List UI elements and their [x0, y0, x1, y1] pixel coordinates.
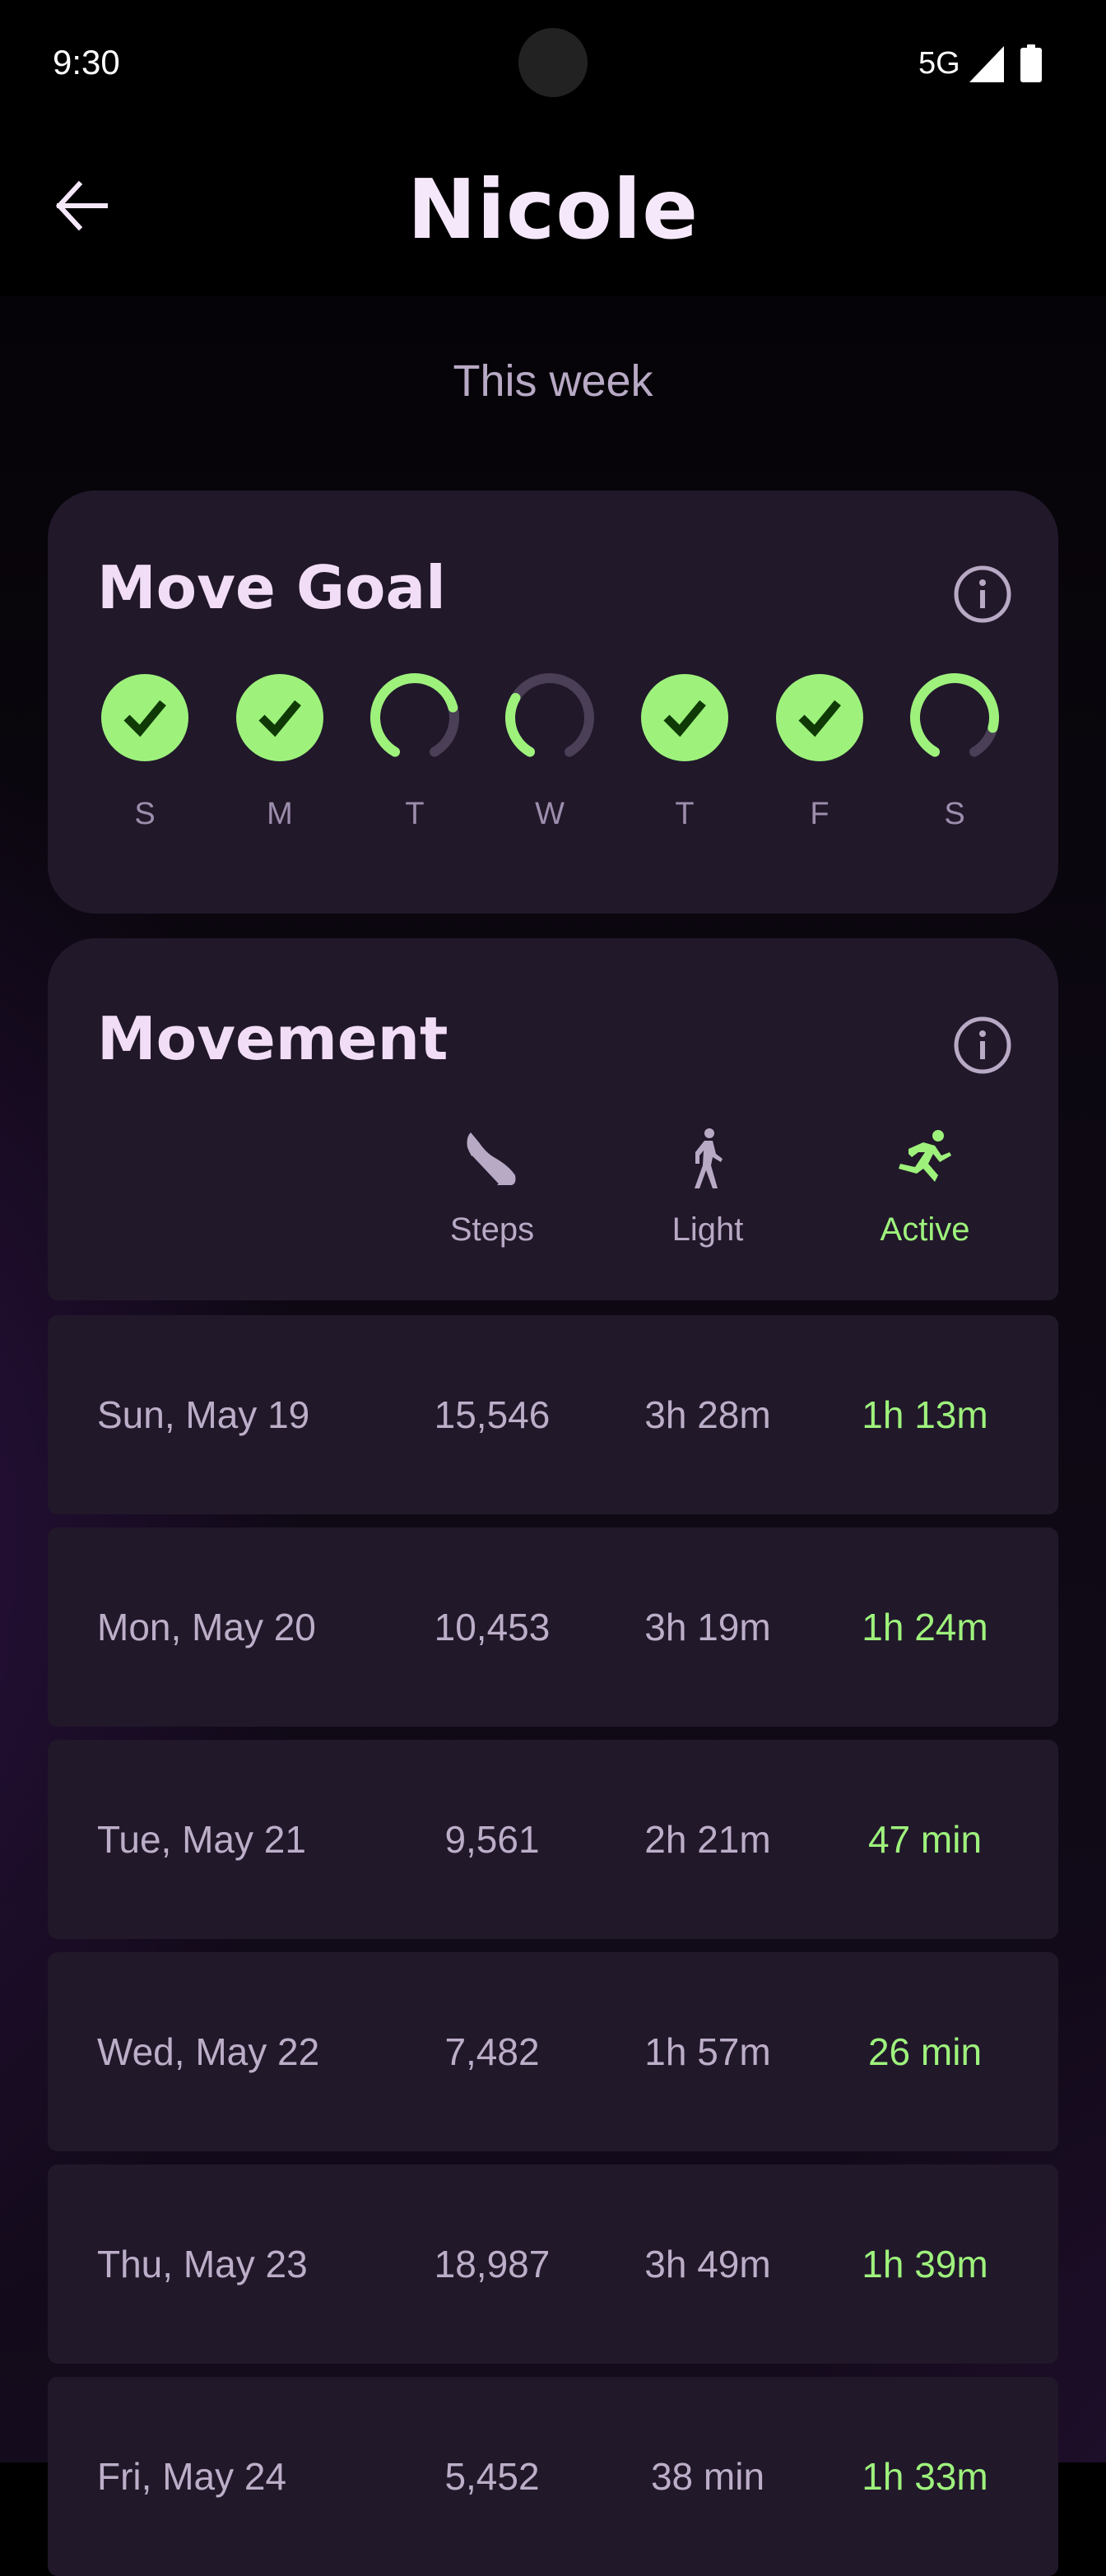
- row-steps: 10,453: [434, 1606, 551, 1648]
- status-bar: 9:30 5G: [0, 0, 1106, 132]
- row-active: 1h 33m: [862, 2455, 988, 2498]
- day-label: F: [810, 797, 830, 831]
- move-goal-days: SMTWTFS: [48, 670, 1058, 835]
- row-steps: 18,987: [434, 2243, 551, 2285]
- column-header-active[interactable]: Active: [834, 1128, 1015, 1259]
- row-light: 3h 19m: [644, 1606, 771, 1648]
- signal-icon: [969, 46, 1004, 82]
- battery-icon: [1020, 44, 1042, 82]
- goal-progress-ring: [910, 673, 999, 757]
- day-goal-4[interactable]: T: [617, 670, 752, 835]
- column-header-steps[interactable]: Steps: [402, 1128, 583, 1259]
- day-goal-5[interactable]: F: [752, 670, 887, 835]
- page-title: Nicole: [407, 161, 699, 258]
- column-label: Light: [672, 1211, 744, 1248]
- row-active: 47 min: [867, 1818, 983, 1861]
- row-active: 1h 24m: [862, 1606, 988, 1648]
- movement-card: Movement Steps Light Active: [48, 938, 1058, 1300]
- row-date: Wed, May 22: [97, 2030, 320, 2073]
- goal-complete-icon: [641, 674, 728, 761]
- row-light: 3h 49m: [644, 2243, 771, 2285]
- move-goal-card: Move Goal S M T W T F S: [48, 491, 1058, 914]
- day-label: S: [134, 797, 156, 831]
- goal-complete-icon: [236, 674, 323, 761]
- row-light: 1h 57m: [644, 2030, 771, 2073]
- day-goal-3[interactable]: W: [482, 670, 617, 835]
- row-date: Mon, May 20: [97, 1606, 316, 1648]
- movement-title: Movement: [97, 1004, 448, 1073]
- goal-progress-ring: [505, 673, 594, 757]
- goal-progress-ring: [370, 673, 459, 757]
- row-steps: 15,546: [434, 1393, 551, 1436]
- day-label: S: [944, 797, 965, 831]
- camera-cutout: [518, 28, 588, 97]
- row-date: Thu, May 23: [97, 2243, 308, 2285]
- info-icon[interactable]: [953, 1016, 1012, 1075]
- day-goal-1[interactable]: M: [212, 670, 347, 835]
- movement-row[interactable]: Wed, May 22 7,482 1h 57m 26 min: [48, 1952, 1058, 2151]
- row-active: 26 min: [867, 2030, 983, 2073]
- shoe-icon: [467, 1132, 516, 1188]
- movement-row[interactable]: Tue, May 21 9,561 2h 21m 47 min: [48, 1740, 1058, 1939]
- row-active: 1h 13m: [862, 1393, 988, 1436]
- column-label: Active: [880, 1211, 970, 1248]
- row-date: Tue, May 21: [97, 1818, 306, 1861]
- goal-complete-icon: [776, 674, 863, 761]
- info-icon[interactable]: [953, 565, 1012, 624]
- network-type: 5G: [918, 46, 960, 81]
- movement-row[interactable]: Fri, May 24 5,452 38 min 1h 33m: [48, 2377, 1058, 2576]
- column-header-light[interactable]: Light: [617, 1128, 798, 1259]
- movement-row[interactable]: Mon, May 20 10,453 3h 19m 1h 24m: [48, 1527, 1058, 1727]
- row-active: 1h 39m: [862, 2243, 988, 2285]
- row-steps: 5,452: [444, 2455, 540, 2498]
- row-light: 2h 21m: [644, 1818, 771, 1861]
- day-label: T: [675, 797, 695, 831]
- movement-row[interactable]: Thu, May 23 18,987 3h 49m 1h 39m: [48, 2164, 1058, 2364]
- day-goal-6[interactable]: S: [887, 670, 1022, 835]
- row-date: Fri, May 24: [97, 2455, 287, 2498]
- day-label: W: [535, 797, 565, 831]
- period-label: This week: [453, 356, 653, 406]
- move-goal-title: Move Goal: [97, 553, 446, 622]
- day-goal-2[interactable]: T: [347, 670, 482, 835]
- row-light: 38 min: [650, 2455, 765, 2498]
- row-steps: 7,482: [444, 2030, 540, 2073]
- row-steps: 9,561: [444, 1818, 540, 1861]
- column-label: Steps: [449, 1211, 535, 1248]
- row-light: 3h 28m: [644, 1393, 771, 1436]
- ring-progress: [505, 693, 535, 757]
- status-time: 9:30: [53, 43, 120, 81]
- day-label: M: [267, 797, 293, 831]
- walking-icon: [695, 1128, 723, 1188]
- row-date: Sun, May 19: [97, 1393, 310, 1436]
- day-label: T: [405, 797, 425, 831]
- goal-complete-icon: [101, 674, 188, 761]
- day-goal-0[interactable]: S: [77, 670, 212, 835]
- movement-row[interactable]: Sun, May 19 15,546 3h 28m 1h 13m: [48, 1315, 1058, 1514]
- running-icon: [899, 1130, 951, 1182]
